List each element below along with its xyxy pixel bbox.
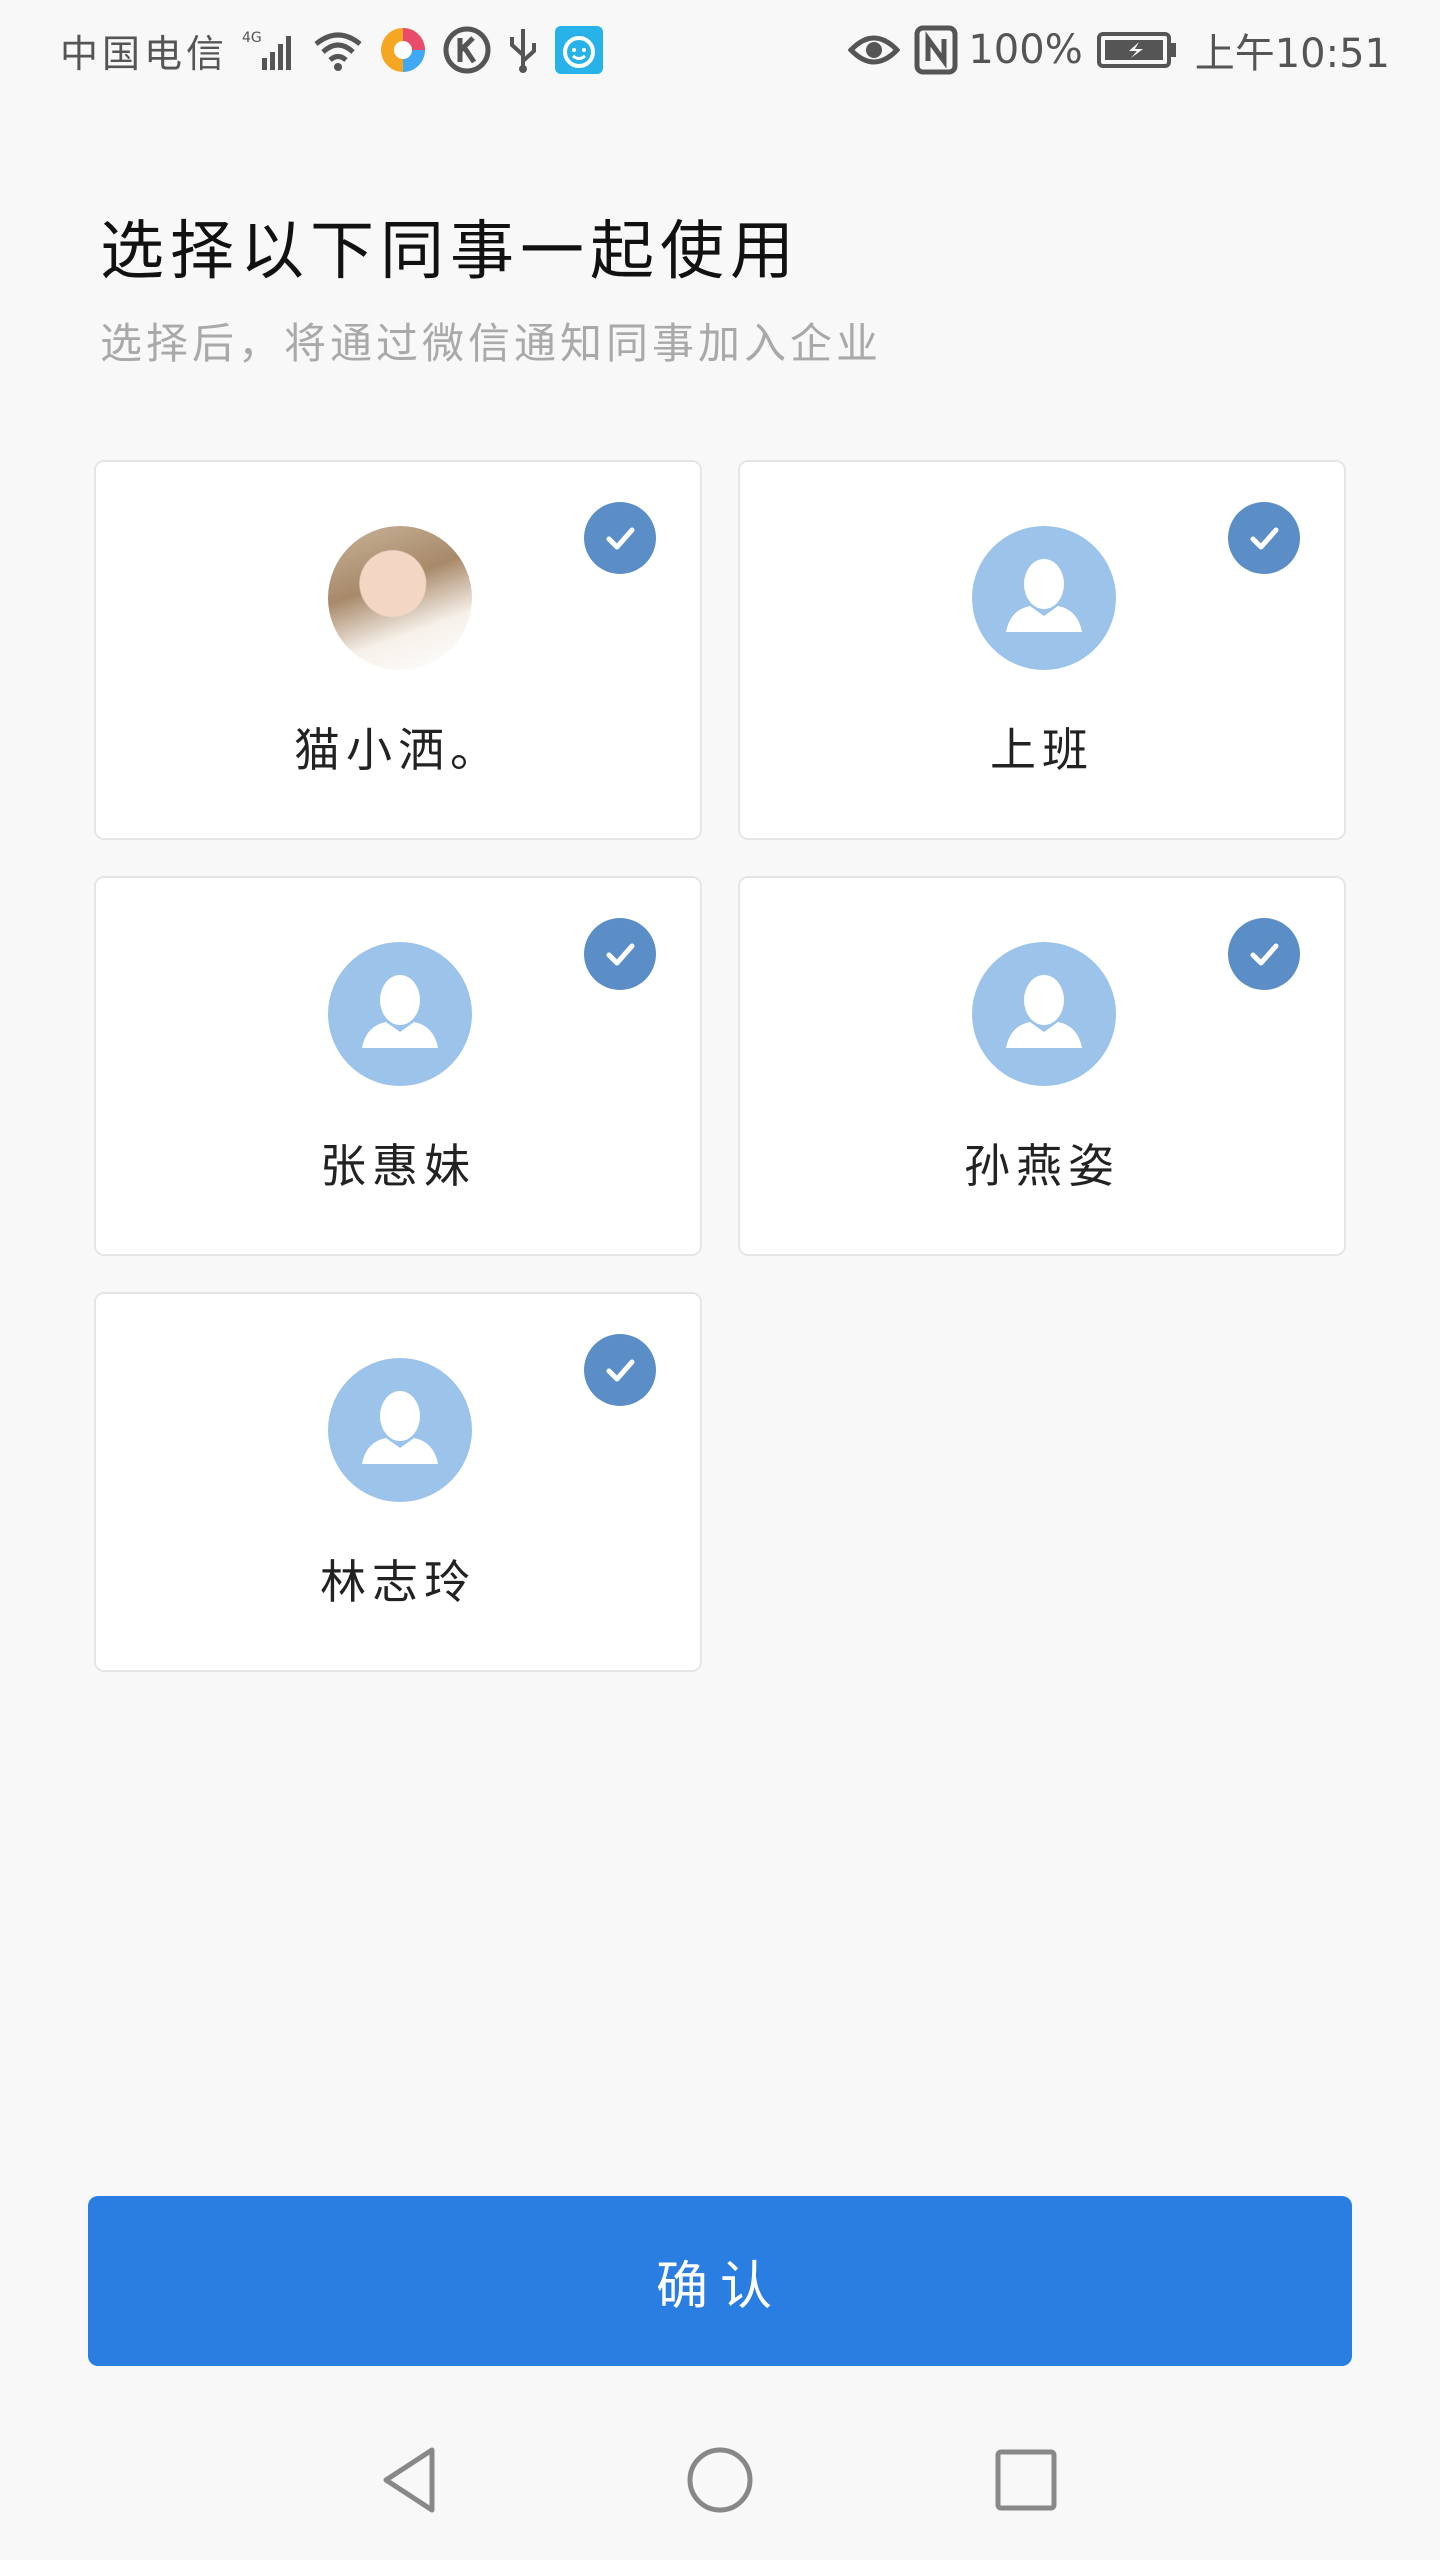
checkmark-icon[interactable] [1228,502,1300,574]
usb-icon [506,25,540,75]
app-notification-icon [378,25,428,75]
battery-percent: 100% [968,27,1083,73]
network-type-label: 4G [242,30,262,46]
member-name: 猫小洒。 [294,723,502,777]
k-app-icon [442,25,492,75]
member-name: 张惠妹 [320,1139,476,1193]
member-card[interactable]: 孙燕姿 [738,876,1346,1256]
checkmark-icon[interactable] [584,918,656,990]
member-card[interactable]: 猫小洒。 [94,460,702,840]
member-card[interactable]: 上班 [738,460,1346,840]
page-subtitle: 选择后，将通过微信通知同事加入企业 [100,319,883,368]
member-name: 孙燕姿 [964,1139,1120,1193]
nfc-icon [914,25,958,75]
carrier-label: 中国电信 [60,31,229,76]
wifi-icon [312,28,364,72]
default-user-icon [972,942,1116,1086]
checkmark-icon[interactable] [584,1334,656,1406]
member-card[interactable]: 林志玲 [94,1292,702,1672]
checkmark-icon[interactable] [584,502,656,574]
signal-icon: 4G [242,28,298,72]
battery-charging-icon [1096,30,1177,70]
member-name: 上班 [990,723,1094,777]
avatar-photo [328,526,472,670]
member-card[interactable]: 张惠妹 [94,876,702,1256]
default-user-icon [328,1358,472,1502]
default-user-icon [328,942,472,1086]
checkmark-icon[interactable] [1228,918,1300,990]
alarm-app-icon [554,25,604,75]
back-triangle-icon[interactable] [372,2440,452,2520]
eye-comfort-icon [848,30,901,70]
status-bar-left: 中国电信 4G [60,22,604,78]
recents-square-icon[interactable] [986,2440,1066,2520]
clock-time: 上午10:51 [1194,31,1390,77]
home-circle-icon[interactable] [680,2440,760,2520]
member-name: 林志玲 [320,1555,476,1609]
page-title: 选择以下同事一起使用 [100,215,800,289]
status-bar: 中国电信 4G 100% 上午10:51 [0,0,1440,100]
navigation-bar [0,2400,1440,2560]
confirm-button[interactable]: 确认 [88,2196,1352,2366]
status-bar-right: 100% 上午10:51 [834,22,1390,78]
default-user-icon [972,526,1116,670]
